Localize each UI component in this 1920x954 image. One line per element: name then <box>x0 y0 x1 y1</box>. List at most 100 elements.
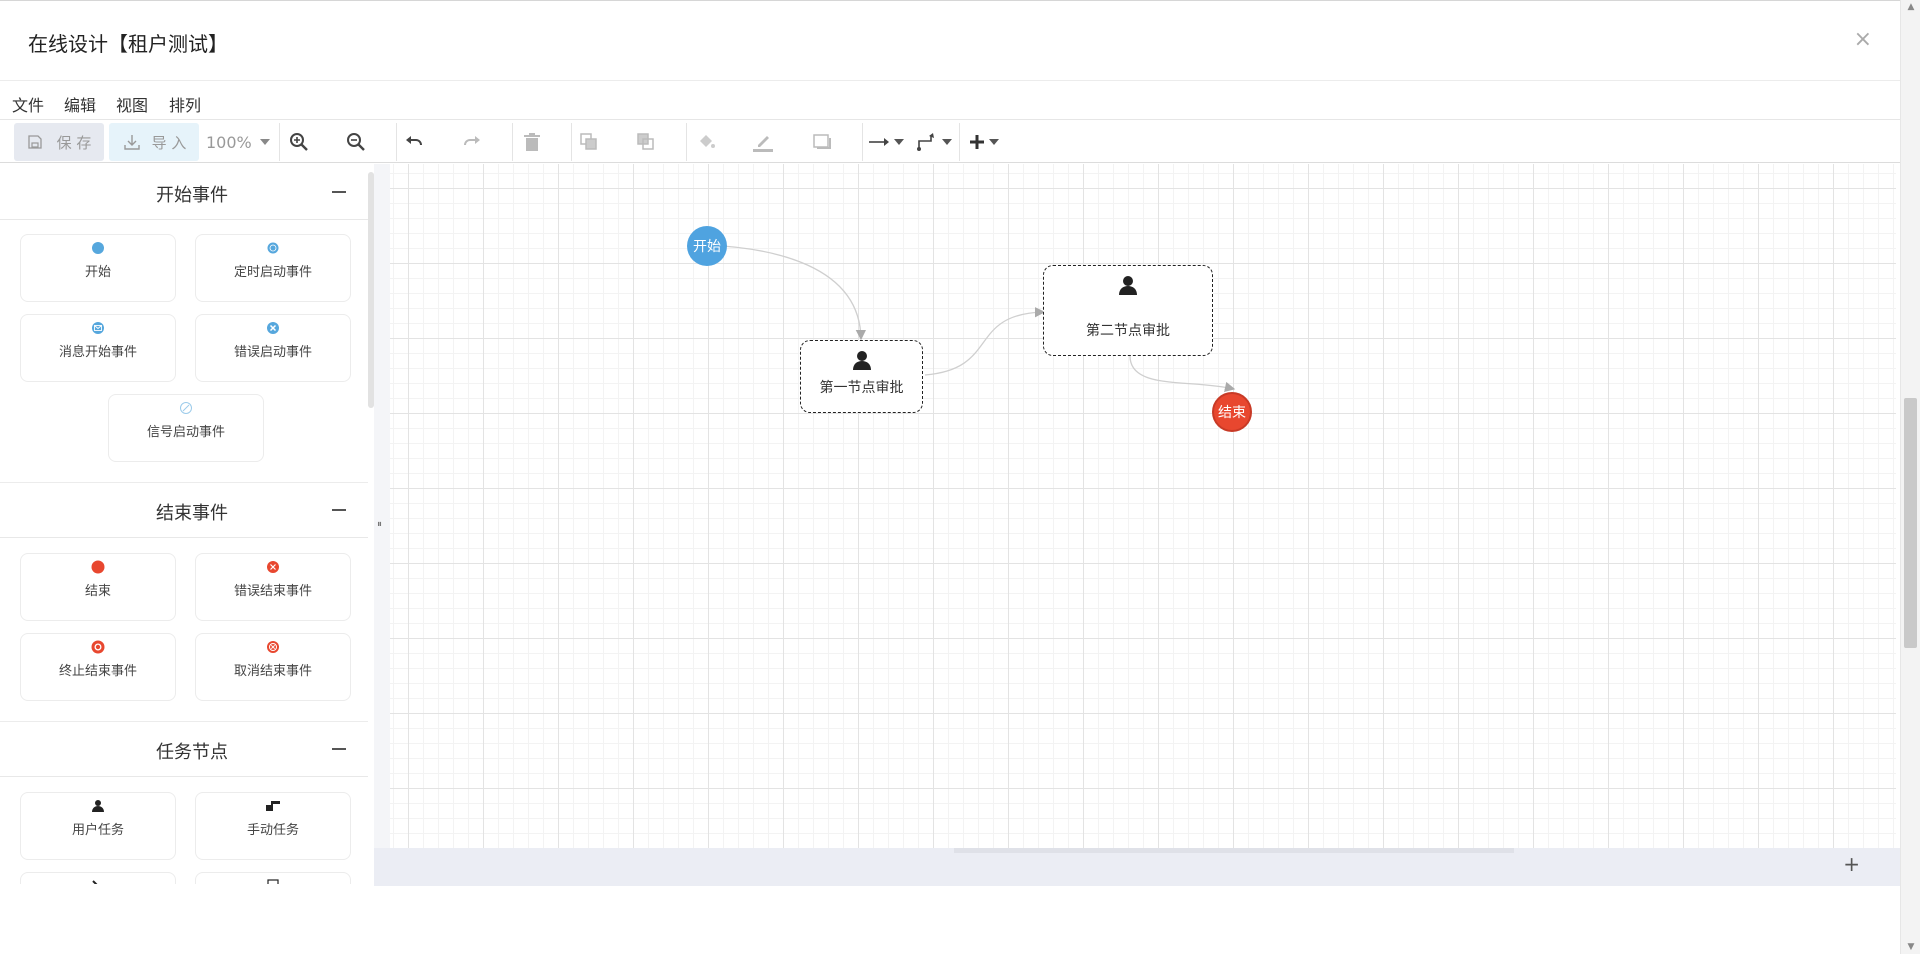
scroll-thumb[interactable] <box>954 848 1514 853</box>
palette-item-script-task[interactable] <box>195 872 351 884</box>
insert-button[interactable] <box>964 123 1004 161</box>
user-task-node[interactable]: 第二节点审批 <box>1043 265 1213 356</box>
sequence-flow[interactable] <box>1129 355 1236 393</box>
drag-handle-icon: ⏸ <box>377 519 382 530</box>
palette-item-signal-start[interactable]: 信号启动事件 <box>108 394 264 462</box>
start-event-icon <box>92 242 104 254</box>
wrench-icon <box>92 880 98 884</box>
error-end-icon <box>267 561 279 573</box>
dialog-title: 在线设计【租户测试】 <box>28 32 228 56</box>
sequence-flow[interactable] <box>924 307 1046 376</box>
task-label: 第二节点审批 <box>1086 323 1170 339</box>
waypoint-style-button[interactable] <box>914 123 954 161</box>
palette-section-end[interactable]: 结束事件 <box>0 482 368 538</box>
menu-view[interactable]: 视图 <box>116 92 148 116</box>
bring-to-front-icon <box>580 133 597 150</box>
trash-icon <box>524 133 540 151</box>
chevron-down-icon <box>259 139 270 145</box>
menu-arrange[interactable]: 排列 <box>169 92 201 116</box>
zoom-in-button[interactable] <box>283 123 315 161</box>
undo-icon <box>406 136 422 146</box>
pencil-icon <box>753 136 773 152</box>
palette-item-service-task[interactable] <box>20 872 176 884</box>
menu-edit[interactable]: 编辑 <box>64 92 96 116</box>
palette-item-terminate-end[interactable]: 终止结束事件 <box>20 633 176 701</box>
scroll-down-icon[interactable]: ▼ <box>1901 942 1920 952</box>
redo-icon <box>464 136 480 146</box>
toolbar-separator <box>862 123 863 161</box>
redo-button[interactable] <box>456 123 488 161</box>
section-title: 任务节点 <box>156 742 228 763</box>
user-icon <box>852 351 871 370</box>
panel-splitter[interactable]: ⏸ <box>374 164 390 886</box>
fill-color-button[interactable] <box>690 123 722 161</box>
sequence-flow[interactable] <box>707 244 867 341</box>
close-icon[interactable]: × <box>1854 27 1872 52</box>
signal-event-icon <box>180 402 192 414</box>
user-task-node[interactable]: 第一节点审批 <box>800 340 923 413</box>
collapse-icon[interactable] <box>332 191 346 193</box>
toolbar-separator <box>686 123 687 161</box>
end-event[interactable]: 结束 <box>1212 392 1252 432</box>
zoom-in-icon <box>290 133 308 151</box>
palette-item-cancel-end[interactable]: 取消结束事件 <box>195 633 351 701</box>
message-event-icon <box>92 322 104 334</box>
plus-icon[interactable]: + <box>1843 852 1860 876</box>
start-event[interactable]: 开始 <box>687 226 727 266</box>
toolbar-separator <box>396 123 397 161</box>
palette-item-manual-task[interactable]: 手动任务 <box>195 792 351 860</box>
to-front-button[interactable] <box>573 123 605 161</box>
palette-section-start[interactable]: 开始事件 <box>0 164 368 220</box>
task-label: 第一节点审批 <box>819 380 904 396</box>
canvas-scrollbar[interactable]: + <box>374 848 1900 886</box>
palette-section-task[interactable]: 任务节点 <box>0 721 368 777</box>
delete-button[interactable] <box>516 123 548 161</box>
save-button[interactable]: 保 存 <box>14 123 104 161</box>
save-icon <box>27 135 42 149</box>
script-icon <box>267 879 279 884</box>
user-icon <box>1119 276 1137 295</box>
palette-item-timer-start[interactable]: 定时启动事件 <box>195 234 351 302</box>
menu-file[interactable]: 文件 <box>12 92 44 116</box>
save-label: 保 存 <box>56 133 92 152</box>
chevron-down-icon <box>942 139 952 145</box>
connector-style-button[interactable] <box>866 123 906 161</box>
shadow-button[interactable] <box>806 123 838 161</box>
palette-item-message-start[interactable]: 消息开始事件 <box>20 314 176 382</box>
send-to-back-icon <box>637 133 654 150</box>
toolbar: 保 存 导 入 100% <box>0 121 1900 163</box>
collapse-icon[interactable] <box>332 748 346 750</box>
collapse-icon[interactable] <box>332 509 346 511</box>
palette-item-error-start[interactable]: 错误启动事件 <box>195 314 351 382</box>
elbow-connector-icon <box>917 133 934 151</box>
to-back-button[interactable] <box>630 123 662 161</box>
diagram-canvas[interactable]: 开始 第一节点审批 第二节点审批 结束 <box>390 164 1896 848</box>
toolbar-separator <box>512 123 513 161</box>
shadow-icon <box>813 134 831 149</box>
palette-item-user-task[interactable]: 用户任务 <box>20 792 176 860</box>
zoom-out-icon <box>347 133 365 151</box>
scroll-up-icon[interactable]: ▲ <box>1901 2 1920 12</box>
palette-item-error-end[interactable]: 错误结束事件 <box>195 553 351 621</box>
toolbar-separator <box>571 123 572 161</box>
palette-item-end[interactable]: 结束 <box>20 553 176 621</box>
undo-button[interactable] <box>398 123 430 161</box>
section-title: 开始事件 <box>156 185 228 206</box>
hand-icon <box>266 801 280 811</box>
zoom-select[interactable]: 100% <box>206 123 278 161</box>
terminate-end-icon <box>91 640 105 654</box>
import-button[interactable]: 导 入 <box>109 123 199 161</box>
section-title: 结束事件 <box>156 503 228 524</box>
end-event-icon <box>91 560 105 574</box>
scroll-thumb[interactable] <box>1904 398 1917 648</box>
zoom-value: 100% <box>206 132 252 152</box>
import-label: 导 入 <box>151 133 187 152</box>
error-event-icon <box>267 322 279 334</box>
menu-bar: 文件 编辑 视图 排列 <box>0 82 1900 120</box>
palette-item-start[interactable]: 开始 <box>20 234 176 302</box>
page-scrollbar[interactable]: ▲ ▼ <box>1900 0 1920 954</box>
line-color-button[interactable] <box>747 123 779 161</box>
zoom-out-button[interactable] <box>340 123 372 161</box>
paint-bucket-icon <box>700 135 715 148</box>
toolbar-separator <box>279 123 280 161</box>
